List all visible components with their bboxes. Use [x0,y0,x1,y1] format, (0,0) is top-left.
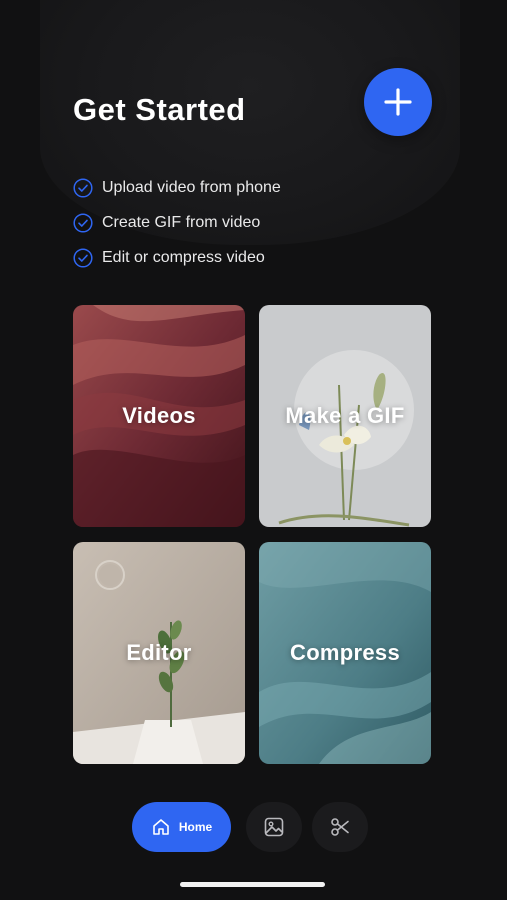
check-circle-icon [73,177,93,198]
nav-home-label: Home [178,820,213,834]
add-button[interactable] [364,68,432,136]
nav-gallery-button[interactable] [246,802,302,852]
image-icon [264,817,284,837]
videos-tile-label: Videos [122,403,196,428]
checklist-item: Upload video from phone [73,170,281,205]
check-circle-icon [73,247,93,268]
checklist-item-text: Edit or compress video [102,248,265,266]
checklist-item: Edit or compress video [73,240,281,275]
editor-tile-label: Editor [126,640,192,665]
plus-icon [384,88,412,116]
videos-tile[interactable]: Videos [73,305,245,527]
page-title: Get Started [73,92,246,127]
home-indicator[interactable] [180,882,325,887]
home-icon [153,819,169,835]
feature-checklist: Upload video from phone Create GIF from … [73,170,281,275]
make-gif-tile-label: Make a GIF [285,403,405,428]
checklist-item-text: Create GIF from video [102,213,261,231]
editor-tile[interactable]: Editor [73,542,245,764]
make-gif-tile[interactable]: Make a GIF [259,305,431,527]
app-screen: Get Started Upload video from phone Crea… [0,0,507,900]
compress-tile[interactable]: Compress [259,542,431,764]
nav-cut-button[interactable] [312,802,368,852]
checklist-item: Create GIF from video [73,205,281,240]
scissors-icon [331,818,349,836]
nav-home-button[interactable]: Home [132,802,231,852]
compress-tile-label: Compress [290,640,400,665]
check-circle-icon [73,212,93,233]
checklist-item-text: Upload video from phone [102,178,281,196]
